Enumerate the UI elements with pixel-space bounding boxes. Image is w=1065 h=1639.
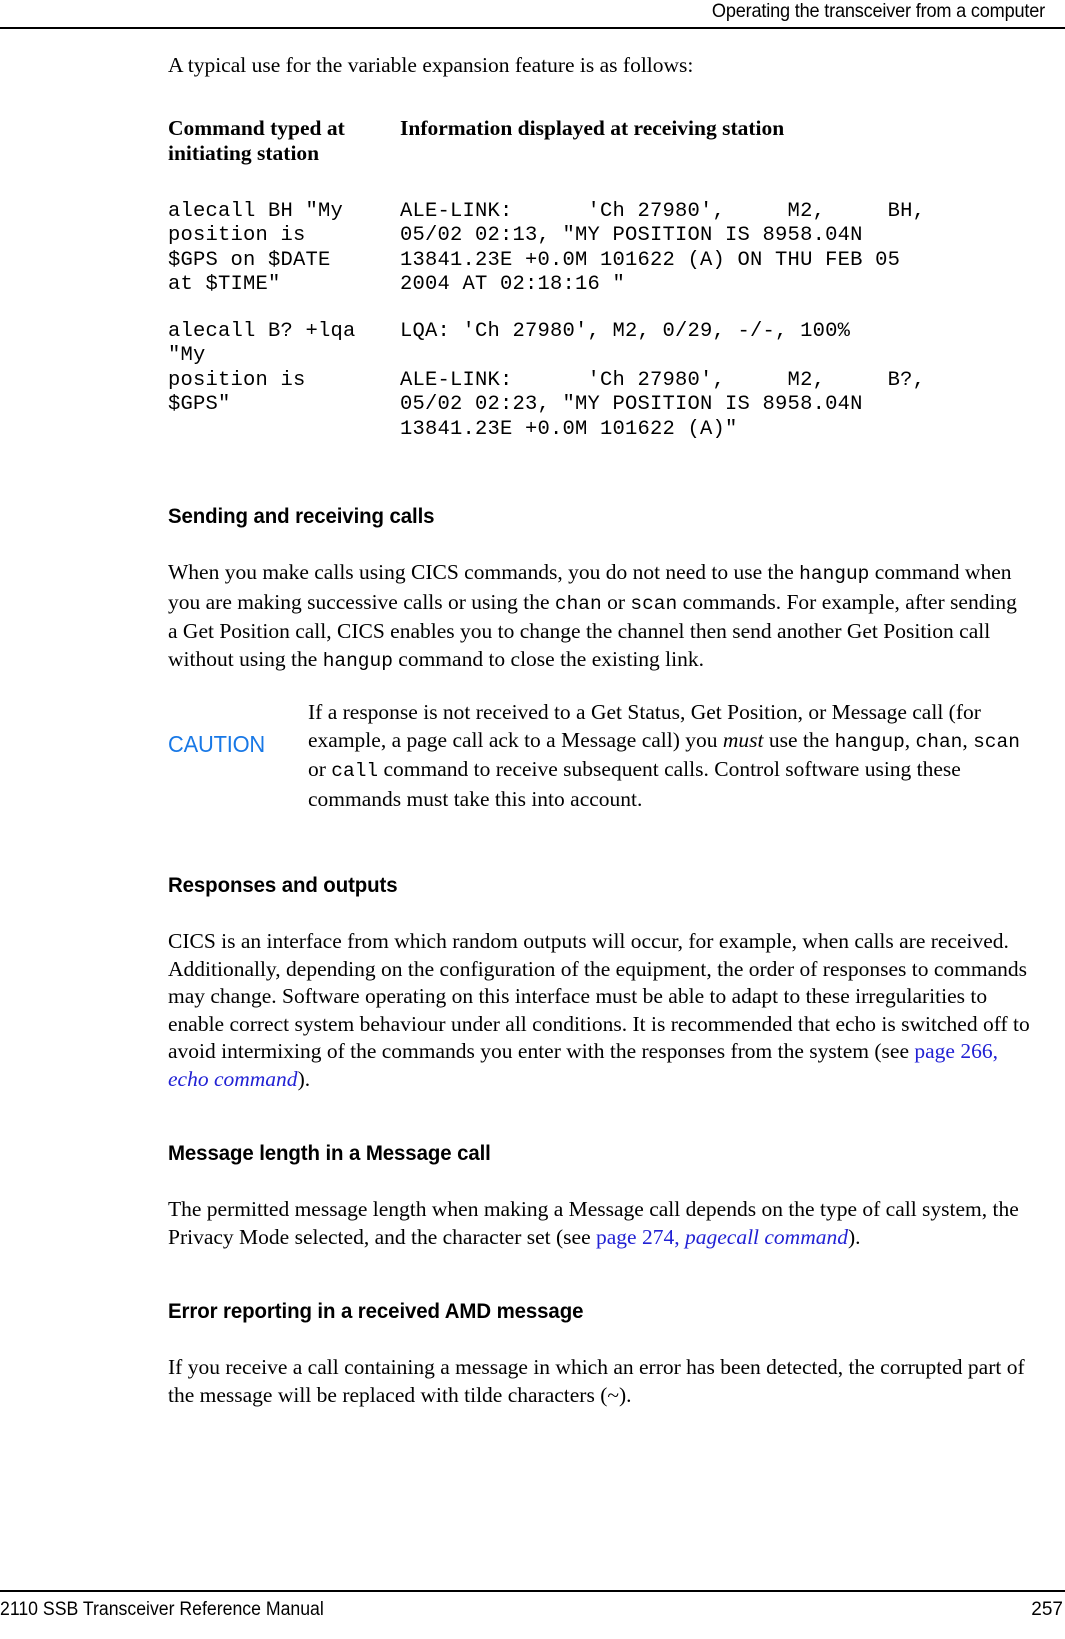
row-spacer [168,166,1030,200]
table-cell-command: alecall BH "My position is $GPS on $DATE… [168,200,400,298]
paragraph-responses-outputs: CICS is an interface from which random o… [168,928,1030,1093]
table-cell-response: LQA: 'Ch 27980', M2, 0/29, -/-, 100% ALE… [400,320,1030,443]
command-text: alecall BH "My position is $GPS on $DATE… [168,199,344,297]
table-row [168,166,1030,200]
text-segment: use the [763,727,835,752]
text-segment: ). [848,1224,861,1249]
row-spacer [168,298,1030,320]
intro-paragraph: A typical use for the variable expansion… [168,53,694,77]
table-row: alecall BH "My position is $GPS on $DATE… [168,200,1030,298]
text-segment: or [601,589,631,614]
footer-page-number: 257 [1031,1599,1063,1620]
inline-code-hangup-2: hangup [322,649,393,672]
link-separator: , [674,1224,685,1249]
command-table-body: alecall BH "My position is $GPS on $DATE… [168,166,1030,443]
response-text: ALE-LINK: 'Ch 27980', M2, BH, 05/02 02:1… [400,199,926,297]
inline-code-call: call [331,760,379,782]
command-table: Command typed at initiating station Info… [168,116,1030,443]
link-echo-command[interactable]: echo command [168,1067,298,1091]
page-footer: 2110 SSB Transceiver Reference Manual 25… [0,1599,1065,1631]
command-text: alecall B? +lqa "My position is $GPS" [168,319,356,417]
footer-divider [0,1590,1065,1592]
inline-code-chan: chan [915,730,963,753]
heading-error-reporting: Error reporting in a received AMD messag… [168,1299,584,1323]
inline-code-scan: scan [630,592,678,615]
running-header: Operating the transceiver from a compute… [711,0,1045,22]
text-segment: , [962,727,974,752]
inline-code-chan: chan [554,592,602,615]
heading-message-length: Message length in a Message call [168,1141,491,1165]
response-text: LQA: 'Ch 27980', M2, 0/29, -/-, 100% ALE… [400,319,926,441]
text-segment: ). [297,1066,311,1091]
document-page: Operating the transceiver from a compute… [0,0,1065,1639]
link-pagecall-command[interactable]: pagecall command [685,1225,848,1249]
table-row [168,298,1030,320]
caution-body: If a response is not received to a Get S… [308,699,1030,813]
text-segment: command to close the existing link. [392,646,705,671]
paragraph-sending-receiving: When you make calls using CICS commands,… [168,559,1030,675]
inline-code-hangup: hangup [799,563,870,585]
text-segment: When you make calls using CICS commands,… [168,560,800,584]
heading-responses-and-outputs: Responses and outputs [168,873,398,897]
paragraph-error-reporting: If you receive a call containing a messa… [168,1355,1025,1407]
inline-code-scan: scan [973,730,1020,753]
table-cell-response: ALE-LINK: 'Ch 27980', M2, BH, 05/02 02:1… [400,200,1030,298]
heading-sending-and-receiving-calls: Sending and receiving calls [168,504,435,528]
link-separator: , [992,1039,998,1063]
table-header-row: Command typed at initiating station Info… [168,116,1030,166]
inline-code-hangup: hangup [834,730,905,753]
text-segment: CICS is an interface from which random o… [168,929,1030,1063]
column-header-information: Information displayed at receiving stati… [400,115,785,140]
footer-manual-title: 2110 SSB Transceiver Reference Manual [0,1599,324,1620]
caution-block: CAUTION If a response is not received to… [168,699,1030,813]
table-row: alecall B? +lqa "My position is $GPS" LQ… [168,320,1030,443]
text-segment: The permitted message length when making… [168,1197,1019,1249]
text-segment: , [904,727,916,752]
command-table-head: Command typed at initiating station Info… [168,116,1030,166]
caution-label: CAUTION [168,731,266,757]
paragraph-message-length: The permitted message length when making… [168,1196,1030,1251]
header-divider [0,27,1065,29]
page-content: A typical use for the variable expansion… [168,52,1030,1409]
link-page-266[interactable]: page 266 [914,1039,992,1063]
text-segment: or [308,757,332,781]
column-header-command: Command typed at initiating station [168,115,345,165]
emphasis-must: must [722,727,764,752]
table-cell-command: alecall B? +lqa "My position is $GPS" [168,320,400,443]
link-page-274[interactable]: page 274 [596,1225,674,1249]
text-segment: command to receive subsequent calls. Con… [308,757,961,811]
